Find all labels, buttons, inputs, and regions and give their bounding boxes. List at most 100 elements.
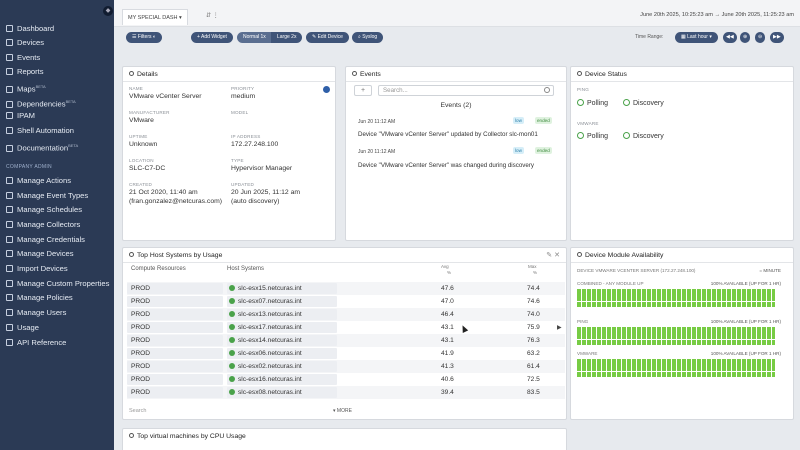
check-icon xyxy=(229,350,235,356)
syslog-button[interactable]: ⌕ Syslog xyxy=(352,32,384,43)
tab-options-icon[interactable]: ⇵ ⋮ xyxy=(206,12,219,19)
col-max[interactable]: Max xyxy=(528,264,537,269)
table-row[interactable]: PROD slc-esx16.netcuras.int 40.6 72.5 xyxy=(127,373,565,386)
col-avg-unit: % xyxy=(447,270,452,275)
host-cell[interactable]: slc-esx08.netcuras.int xyxy=(229,389,302,396)
sidebar-item-events[interactable]: Events xyxy=(6,52,40,64)
search-icon: ⌕ xyxy=(358,34,361,40)
sidebar-item-dependencies[interactable]: DependenciesBETA xyxy=(6,96,76,109)
sidebar-item-documentation[interactable]: DocumentationBETA xyxy=(6,140,78,153)
table-row[interactable]: PROD slc-esx02.netcuras.int 41.3 61.4 xyxy=(127,360,565,373)
sidebar-item-manage-custom-properties[interactable]: Manage Custom Properties xyxy=(6,278,109,290)
toggle-icon[interactable]: ◐ xyxy=(153,34,156,40)
combined-availability: 100% AVAILABLE (UP FOR 1 HR) xyxy=(710,281,781,286)
col-host-systems[interactable]: Host Systems xyxy=(227,266,264,272)
sidebar-item-dashboard[interactable]: Dashboard xyxy=(6,23,54,35)
vmware-availability-bar-lower[interactable] xyxy=(577,371,775,377)
host-cell[interactable]: slc-esx06.netcuras.int xyxy=(229,350,302,357)
vm-cpu-card: Top virtual machines by CPU Usage xyxy=(122,428,567,450)
host-cell[interactable]: slc-esx02.netcuras.int xyxy=(229,363,302,370)
ping-availability-bar[interactable] xyxy=(577,326,775,339)
filters-button[interactable]: ☰ Filters ◐ xyxy=(126,32,162,43)
add-event-button[interactable]: + xyxy=(354,85,372,96)
sidebar-item-manage-users[interactable]: Manage Users xyxy=(6,307,66,319)
close-icon[interactable]: ✕ xyxy=(554,252,560,259)
edit-icon[interactable]: ✎ xyxy=(546,252,552,259)
avg-cell: 47.6 xyxy=(441,285,454,292)
documentation-icon xyxy=(6,144,13,152)
table-row[interactable]: PROD slc-esx14.netcuras.int 43.1 76.3 xyxy=(127,334,565,347)
normal-size-button[interactable]: Normal 1x xyxy=(237,32,272,43)
logo-icon[interactable]: ◆ xyxy=(103,6,113,16)
sidebar-item-api-reference[interactable]: API Reference xyxy=(6,337,66,349)
col-avg[interactable]: Avg xyxy=(441,264,449,269)
gear-icon[interactable] xyxy=(323,86,330,93)
sidebar-item-ipam[interactable]: IPAM xyxy=(6,110,35,122)
sidebar-item-manage-collectors[interactable]: Manage Collectors xyxy=(6,219,80,231)
add-widget-button[interactable]: + Add Widget xyxy=(191,32,233,43)
col-compute-resources[interactable]: Compute Resources xyxy=(131,266,186,272)
vmware-module-label: VMWARE xyxy=(577,351,598,356)
table-row[interactable]: PROD slc-esx17.netcuras.int 43.1 75.9 ▶ xyxy=(127,321,565,334)
created-value: 21 Oct 2020, 11:40 am xyxy=(129,189,198,196)
sidebar-item-manage-actions[interactable]: Manage Actions xyxy=(6,175,71,187)
sidebar-item-usage[interactable]: Usage xyxy=(6,322,39,334)
sidebar-item-import-devices[interactable]: Import Devices xyxy=(6,263,68,275)
max-cell: 72.5 xyxy=(527,376,540,383)
sidebar-item-manage-schedules[interactable]: Manage Schedules xyxy=(6,204,82,216)
zoom-in-button[interactable]: ⊕ xyxy=(740,32,751,43)
table-row[interactable]: PROD slc-esx13.netcuras.int 46.4 74.0 xyxy=(127,308,565,321)
row-expand-icon[interactable]: ▶ xyxy=(557,324,562,331)
large-size-button[interactable]: Large 2x xyxy=(271,32,303,43)
forward-button[interactable]: ▶▶ xyxy=(770,32,784,43)
state-badge: ended xyxy=(535,147,552,154)
sidebar-item-manage-policies[interactable]: Manage Policies xyxy=(6,292,73,304)
check-circle-icon xyxy=(577,99,584,106)
table-row[interactable]: PROD slc-esx15.netcuras.int 47.6 74.4 xyxy=(127,282,565,295)
policies-icon xyxy=(6,294,13,301)
event-message[interactable]: Device "VMware vCenter Server" updated b… xyxy=(358,131,538,138)
more-button[interactable]: ▾ MORE xyxy=(333,408,352,414)
table-search-input[interactable]: Search xyxy=(129,408,146,414)
sidebar-item-manage-devices[interactable]: Manage Devices xyxy=(6,248,74,260)
resource-cell: PROD xyxy=(131,376,151,383)
zoom-out-button[interactable]: ⊖ xyxy=(755,32,766,43)
combined-availability-bar-lower[interactable] xyxy=(577,301,775,307)
state-badge: ended xyxy=(535,117,552,124)
sidebar-item-reports[interactable]: Reports xyxy=(6,66,44,78)
combined-availability-bar[interactable] xyxy=(577,288,775,301)
location-value: SLC-C7-DC xyxy=(129,165,166,172)
event-types-icon xyxy=(6,192,13,199)
manufacturer-value: VMware xyxy=(129,117,154,124)
beta-badge: BETA xyxy=(35,84,46,89)
table-row[interactable]: PROD slc-esx06.netcuras.int 41.9 63.2 xyxy=(127,347,565,360)
host-cell[interactable]: slc-esx17.netcuras.int xyxy=(229,324,302,331)
rewind-button[interactable]: ◀◀ xyxy=(723,32,737,43)
vmware-label: VMWARE xyxy=(577,121,599,126)
time-range-select[interactable]: ▦ Last hour ▾ xyxy=(675,32,718,43)
host-cell[interactable]: slc-esx14.netcuras.int xyxy=(229,337,302,344)
table-row[interactable]: PROD slc-esx07.netcuras.int 47.0 74.6 xyxy=(127,295,565,308)
sidebar-item-maps[interactable]: MapsBETA xyxy=(6,81,46,94)
maps-icon xyxy=(6,85,13,93)
host-cell[interactable]: slc-esx07.netcuras.int xyxy=(229,298,302,305)
shell-icon xyxy=(6,127,13,134)
events-search-input[interactable]: Search... xyxy=(378,85,554,96)
host-cell[interactable]: slc-esx16.netcuras.int xyxy=(229,376,302,383)
table-row[interactable]: PROD slc-esx08.netcuras.int 39.4 83.5 xyxy=(127,386,565,399)
toolbar: ☰ Filters ◐ + Add Widget Normal 1x Large… xyxy=(114,28,800,48)
sidebar-item-shell-automation[interactable]: Shell Automation xyxy=(6,125,74,137)
sidebar-item-devices[interactable]: Devices xyxy=(6,37,44,49)
tab-my-special-dash[interactable]: MY SPECIAL DASH ▾ xyxy=(122,9,188,25)
users-icon xyxy=(6,309,13,316)
ping-availability-bar-lower[interactable] xyxy=(577,339,775,345)
sidebar-item-manage-event-types[interactable]: Manage Event Types xyxy=(6,190,88,202)
resource-cell: PROD xyxy=(131,285,151,292)
event-message[interactable]: Device "VMware vCenter Server" was chang… xyxy=(358,162,534,169)
vmware-availability-bar[interactable] xyxy=(577,358,775,371)
edit-device-button[interactable]: ✎ Edit Device xyxy=(306,32,349,43)
sidebar-item-manage-credentials[interactable]: Manage Credentials xyxy=(6,234,85,246)
dashboard-topbar: MY SPECIAL DASH ▾ ⇵ ⋮ June 20th 2025, 10… xyxy=(114,0,800,27)
host-cell[interactable]: slc-esx15.netcuras.int xyxy=(229,285,302,292)
host-cell[interactable]: slc-esx13.netcuras.int xyxy=(229,311,302,318)
